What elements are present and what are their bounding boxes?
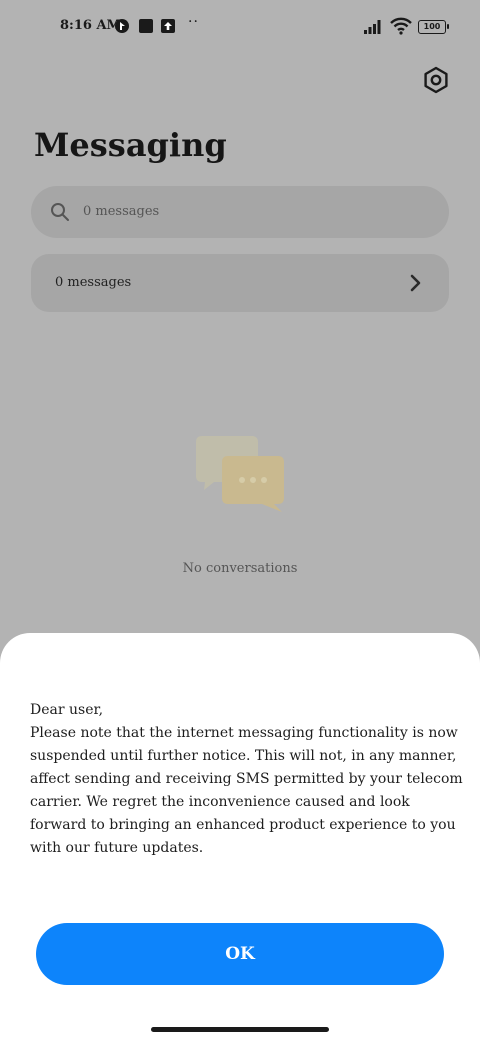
page-title: Messaging [34, 126, 227, 164]
search-icon [51, 203, 69, 221]
dialog-greeting: Dear user, [30, 702, 104, 718]
dialog-body: Please note that the internet messaging … [30, 725, 463, 856]
notice-dialog: Dear user, Please note that the internet… [0, 633, 480, 1040]
chevron-right-icon [410, 274, 421, 292]
upload-icon [161, 19, 175, 33]
gear-icon[interactable] [422, 66, 450, 94]
home-indicator[interactable] [151, 1027, 329, 1032]
battery-tip [447, 24, 449, 29]
messages-row[interactable]: 0 messages [31, 254, 449, 312]
app-notification-icon [115, 19, 129, 33]
status-overflow-dots: ·· [188, 14, 199, 30]
dialog-message: Dear user, Please note that the internet… [30, 699, 466, 860]
signal-icon [364, 20, 381, 34]
empty-state-text: No conversations [182, 561, 298, 576]
messages-row-label: 0 messages [55, 275, 132, 290]
ok-button[interactable]: OK [36, 923, 444, 985]
wifi-icon [390, 17, 412, 35]
battery-icon: 100 [418, 20, 449, 34]
battery-level: 100 [418, 20, 446, 34]
status-time: 8:16 AM [60, 18, 121, 33]
chat-bubbles-icon [196, 436, 284, 512]
status-bar: 8:16 AM ·· 100 [0, 0, 480, 56]
stop-square-icon [139, 19, 153, 33]
search-input[interactable]: 0 messages [31, 186, 449, 238]
search-placeholder: 0 messages [83, 204, 160, 219]
